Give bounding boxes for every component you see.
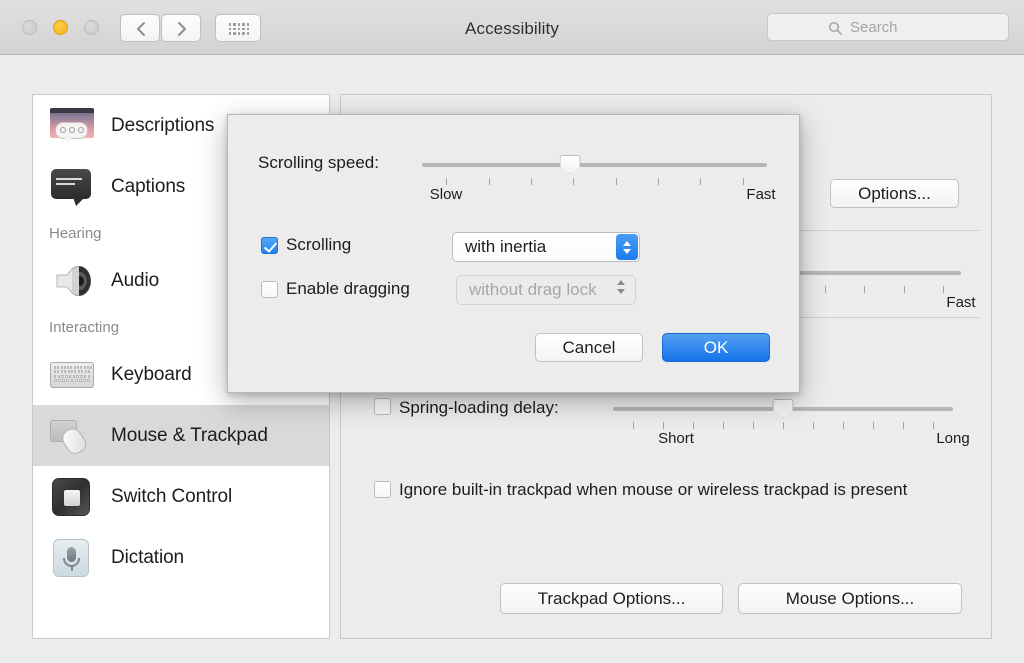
slider-high-label: Long — [936, 430, 970, 447]
scrolling-style-popup[interactable]: with inertia — [452, 232, 640, 262]
drag-lock-value: without drag lock — [469, 280, 597, 299]
slider-ticks — [422, 178, 767, 185]
slider-thumb[interactable] — [772, 399, 794, 418]
sidebar-item-dictation[interactable]: Dictation — [33, 527, 329, 588]
scrolling-label: Scrolling — [286, 235, 352, 254]
keyboard-icon — [49, 354, 95, 396]
scrolling-speed-label: Scrolling speed: — [258, 153, 379, 172]
sidebar-item-switch-control[interactable]: Switch Control — [33, 466, 329, 527]
descriptions-icon — [49, 105, 95, 147]
sidebar-item-label: Audio — [111, 269, 160, 291]
sidebar-item-label: Mouse & Trackpad — [111, 424, 268, 446]
search-input[interactable]: Search — [767, 13, 1009, 41]
content-area: Descriptions Captions Hearing Audio Inte… — [0, 55, 1024, 663]
scrolling-checkbox[interactable] — [261, 237, 278, 254]
trackpad-options-dialog: Scrolling speed: Slow Fast Scrolling wit… — [227, 114, 800, 393]
switch-control-icon — [49, 476, 95, 518]
audio-icon — [49, 260, 95, 302]
search-placeholder: Search — [850, 19, 898, 36]
title-bar: Accessibility Search — [0, 0, 1024, 55]
drag-lock-popup[interactable]: without drag lock — [456, 275, 636, 305]
spring-loading-label: Spring-loading delay: — [399, 398, 559, 417]
mouse-options-button[interactable]: Mouse Options... — [738, 583, 962, 614]
stepper-arrows-icon — [616, 234, 638, 260]
sidebar-item-label: Descriptions — [111, 114, 215, 136]
preferences-window: Accessibility Search Descriptions Captio… — [0, 0, 1024, 663]
ignore-builtin-trackpad-checkbox[interactable] — [374, 481, 391, 498]
sidebar-item-label: Dictation — [111, 546, 185, 568]
dictation-icon — [49, 537, 95, 579]
ok-button[interactable]: OK — [662, 333, 770, 362]
slider-thumb[interactable] — [559, 155, 581, 174]
enable-dragging-label: Enable dragging — [286, 279, 410, 298]
sidebar-item-label: Captions — [111, 175, 186, 197]
sidebar-item-label: Switch Control — [111, 485, 233, 507]
slider-low-label: Slow — [429, 186, 463, 203]
slider-high-label: Fast — [946, 294, 976, 311]
options-button[interactable]: Options... — [830, 179, 959, 208]
slider-high-label: Fast — [746, 186, 776, 203]
captions-icon — [49, 166, 95, 208]
search-icon — [828, 21, 842, 35]
sidebar-item-label: Keyboard — [111, 363, 192, 385]
cancel-button[interactable]: Cancel — [535, 333, 643, 362]
stepper-arrows-icon — [617, 280, 625, 294]
scrolling-style-value: with inertia — [465, 237, 547, 256]
enable-dragging-checkbox[interactable] — [261, 281, 278, 298]
slider-low-label: Short — [658, 430, 694, 447]
sidebar-item-mouse-trackpad[interactable]: Mouse & Trackpad — [33, 405, 329, 466]
trackpad-options-button[interactable]: Trackpad Options... — [500, 583, 723, 614]
slider-ticks — [613, 422, 953, 429]
ignore-builtin-trackpad-label: Ignore built-in trackpad when mouse or w… — [399, 480, 908, 499]
spring-loading-checkbox[interactable] — [374, 398, 391, 415]
slider-track — [422, 163, 767, 167]
mouse-trackpad-icon — [49, 415, 95, 457]
